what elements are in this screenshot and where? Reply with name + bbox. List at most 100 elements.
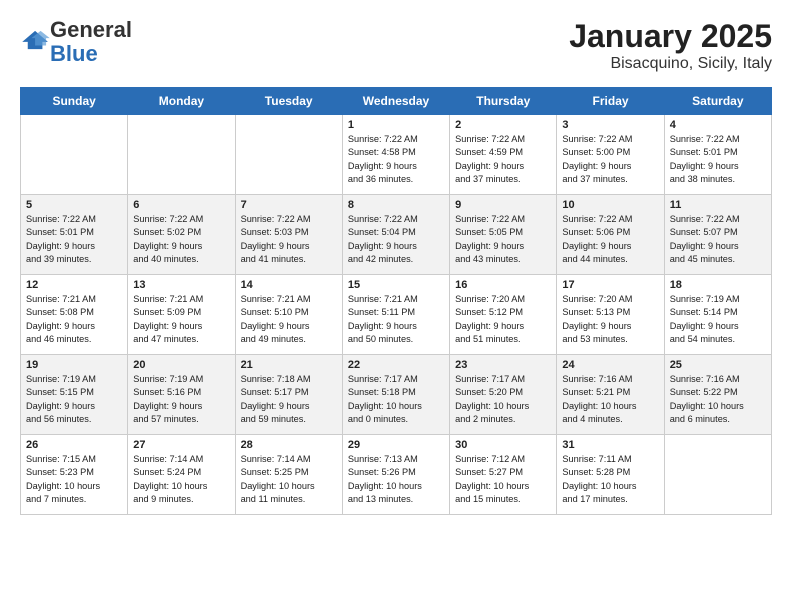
day-number: 14 [241, 279, 337, 291]
day-number: 27 [133, 439, 229, 451]
day-number: 10 [562, 199, 658, 211]
day-info: Sunrise: 7:22 AM Sunset: 4:58 PM Dayligh… [348, 133, 444, 186]
day-info: Sunrise: 7:20 AM Sunset: 5:13 PM Dayligh… [562, 293, 658, 346]
day-info: Sunrise: 7:22 AM Sunset: 5:07 PM Dayligh… [670, 213, 766, 266]
day-number: 2 [455, 119, 551, 131]
logo-general: General [50, 17, 132, 42]
table-row: 22 Sunrise: 7:17 AM Sunset: 5:18 PM Dayli… [342, 355, 449, 435]
day-info: Sunrise: 7:22 AM Sunset: 5:06 PM Dayligh… [562, 213, 658, 266]
table-row: 6 Sunrise: 7:22 AM Sunset: 5:02 PM Daylig… [128, 195, 235, 275]
table-row: 12Sunrise: 7:21 AM Sunset: 5:08 PM Dayli… [21, 275, 128, 355]
calendar-table: Sunday Monday Tuesday Wednesday Thursday… [20, 87, 772, 515]
day-info: Sunrise: 7:15 AM Sunset: 5:23 PM Dayligh… [26, 453, 122, 506]
col-monday: Monday [128, 88, 235, 115]
table-row: 30Sunrise: 7:12 AM Sunset: 5:27 PM Dayli… [450, 435, 557, 515]
table-row: 20 Sunrise: 7:19 AM Sunset: 5:16 PM Dayli… [128, 355, 235, 435]
day-number: 25 [670, 359, 766, 371]
day-number: 12 [26, 279, 122, 291]
table-row: 10 Sunrise: 7:22 AM Sunset: 5:06 PM Dayli… [557, 195, 664, 275]
day-info: Sunrise: 7:14 AM Sunset: 5:24 PM Dayligh… [133, 453, 229, 506]
day-number: 8 [348, 199, 444, 211]
table-row: 8Sunrise: 7:22 AM Sunset: 5:04 PM Daylig… [342, 195, 449, 275]
logo-icon [22, 29, 50, 51]
day-number: 24 [562, 359, 658, 371]
table-row: 5 Sunrise: 7:22 AM Sunset: 5:01 PM Daylig… [21, 195, 128, 275]
day-number: 7 [241, 199, 337, 211]
table-row: 18Sunrise: 7:19 AM Sunset: 5:14 PM Dayli… [664, 275, 771, 355]
table-row: 3 Sunrise: 7:22 AM Sunset: 5:00 PM Daylig… [557, 115, 664, 195]
title-block: January 2025 Bisacquino, Sicily, Italy [569, 18, 772, 73]
month-title: January 2025 [569, 18, 772, 55]
day-number: 23 [455, 359, 551, 371]
header: General Blue January 2025 Bisacquino, Si… [20, 18, 772, 73]
day-number: 15 [348, 279, 444, 291]
table-row: 14 Sunrise: 7:21 AM Sunset: 5:10 PM Dayli… [235, 275, 342, 355]
day-number: 21 [241, 359, 337, 371]
table-row: 7 Sunrise: 7:22 AM Sunset: 5:03 PM Daylig… [235, 195, 342, 275]
day-info: Sunrise: 7:21 AM Sunset: 5:11 PM Dayligh… [348, 293, 444, 346]
table-row: 23 Sunrise: 7:17 AM Sunset: 5:20 PM Dayli… [450, 355, 557, 435]
table-row: 26 Sunrise: 7:15 AM Sunset: 5:23 PM Dayli… [21, 435, 128, 515]
day-info: Sunrise: 7:20 AM Sunset: 5:12 PM Dayligh… [455, 293, 551, 346]
day-info: Sunrise: 7:17 AM Sunset: 5:20 PM Dayligh… [455, 373, 551, 426]
logo: General Blue [20, 18, 132, 66]
day-number: 1 [348, 119, 444, 131]
day-info: Sunrise: 7:22 AM Sunset: 5:02 PM Dayligh… [133, 213, 229, 266]
calendar-week-2: 5 Sunrise: 7:22 AM Sunset: 5:01 PM Daylig… [21, 195, 772, 275]
calendar-week-5: 26 Sunrise: 7:15 AM Sunset: 5:23 PM Dayli… [21, 435, 772, 515]
day-number: 17 [562, 279, 658, 291]
calendar-week-1: 1 Sunrise: 7:22 AM Sunset: 4:58 PM Daylig… [21, 115, 772, 195]
day-info: Sunrise: 7:17 AM Sunset: 5:18 PM Dayligh… [348, 373, 444, 426]
table-row: 9 Sunrise: 7:22 AM Sunset: 5:05 PM Daylig… [450, 195, 557, 275]
col-sunday: Sunday [21, 88, 128, 115]
col-thursday: Thursday [450, 88, 557, 115]
table-row: 17 Sunrise: 7:20 AM Sunset: 5:13 PM Dayli… [557, 275, 664, 355]
day-number: 18 [670, 279, 766, 291]
day-number: 3 [562, 119, 658, 131]
table-row [664, 435, 771, 515]
day-number: 29 [348, 439, 444, 451]
day-number: 22 [348, 359, 444, 371]
location-title: Bisacquino, Sicily, Italy [569, 55, 772, 73]
day-info: Sunrise: 7:22 AM Sunset: 5:01 PM Dayligh… [26, 213, 122, 266]
header-row: Sunday Monday Tuesday Wednesday Thursday… [21, 88, 772, 115]
day-number: 19 [26, 359, 122, 371]
day-number: 5 [26, 199, 122, 211]
col-saturday: Saturday [664, 88, 771, 115]
day-info: Sunrise: 7:22 AM Sunset: 5:00 PM Dayligh… [562, 133, 658, 186]
day-info: Sunrise: 7:22 AM Sunset: 5:03 PM Dayligh… [241, 213, 337, 266]
table-row: 25Sunrise: 7:16 AM Sunset: 5:22 PM Dayli… [664, 355, 771, 435]
table-row: 28Sunrise: 7:14 AM Sunset: 5:25 PM Dayli… [235, 435, 342, 515]
day-number: 6 [133, 199, 229, 211]
day-info: Sunrise: 7:22 AM Sunset: 5:01 PM Dayligh… [670, 133, 766, 186]
day-number: 9 [455, 199, 551, 211]
day-number: 16 [455, 279, 551, 291]
col-wednesday: Wednesday [342, 88, 449, 115]
table-row: 13Sunrise: 7:21 AM Sunset: 5:09 PM Dayli… [128, 275, 235, 355]
day-number: 20 [133, 359, 229, 371]
table-row: 21Sunrise: 7:18 AM Sunset: 5:17 PM Dayli… [235, 355, 342, 435]
table-row: 16 Sunrise: 7:20 AM Sunset: 5:12 PM Dayli… [450, 275, 557, 355]
table-row: 29 Sunrise: 7:13 AM Sunset: 5:26 PM Dayli… [342, 435, 449, 515]
page-container: General Blue January 2025 Bisacquino, Si… [0, 0, 792, 533]
day-info: Sunrise: 7:16 AM Sunset: 5:21 PM Dayligh… [562, 373, 658, 426]
day-number: 4 [670, 119, 766, 131]
col-tuesday: Tuesday [235, 88, 342, 115]
day-number: 13 [133, 279, 229, 291]
table-row: 11Sunrise: 7:22 AM Sunset: 5:07 PM Dayli… [664, 195, 771, 275]
table-row: 1 Sunrise: 7:22 AM Sunset: 4:58 PM Daylig… [342, 115, 449, 195]
day-info: Sunrise: 7:21 AM Sunset: 5:10 PM Dayligh… [241, 293, 337, 346]
day-number: 26 [26, 439, 122, 451]
day-info: Sunrise: 7:19 AM Sunset: 5:16 PM Dayligh… [133, 373, 229, 426]
day-number: 28 [241, 439, 337, 451]
calendar-week-4: 19Sunrise: 7:19 AM Sunset: 5:15 PM Dayli… [21, 355, 772, 435]
table-row: 27 Sunrise: 7:14 AM Sunset: 5:24 PM Dayli… [128, 435, 235, 515]
day-info: Sunrise: 7:13 AM Sunset: 5:26 PM Dayligh… [348, 453, 444, 506]
day-info: Sunrise: 7:22 AM Sunset: 4:59 PM Dayligh… [455, 133, 551, 186]
logo-blue: Blue [50, 41, 98, 66]
col-friday: Friday [557, 88, 664, 115]
day-info: Sunrise: 7:22 AM Sunset: 5:05 PM Dayligh… [455, 213, 551, 266]
table-row: 19Sunrise: 7:19 AM Sunset: 5:15 PM Dayli… [21, 355, 128, 435]
table-row: 24 Sunrise: 7:16 AM Sunset: 5:21 PM Dayli… [557, 355, 664, 435]
day-info: Sunrise: 7:12 AM Sunset: 5:27 PM Dayligh… [455, 453, 551, 506]
